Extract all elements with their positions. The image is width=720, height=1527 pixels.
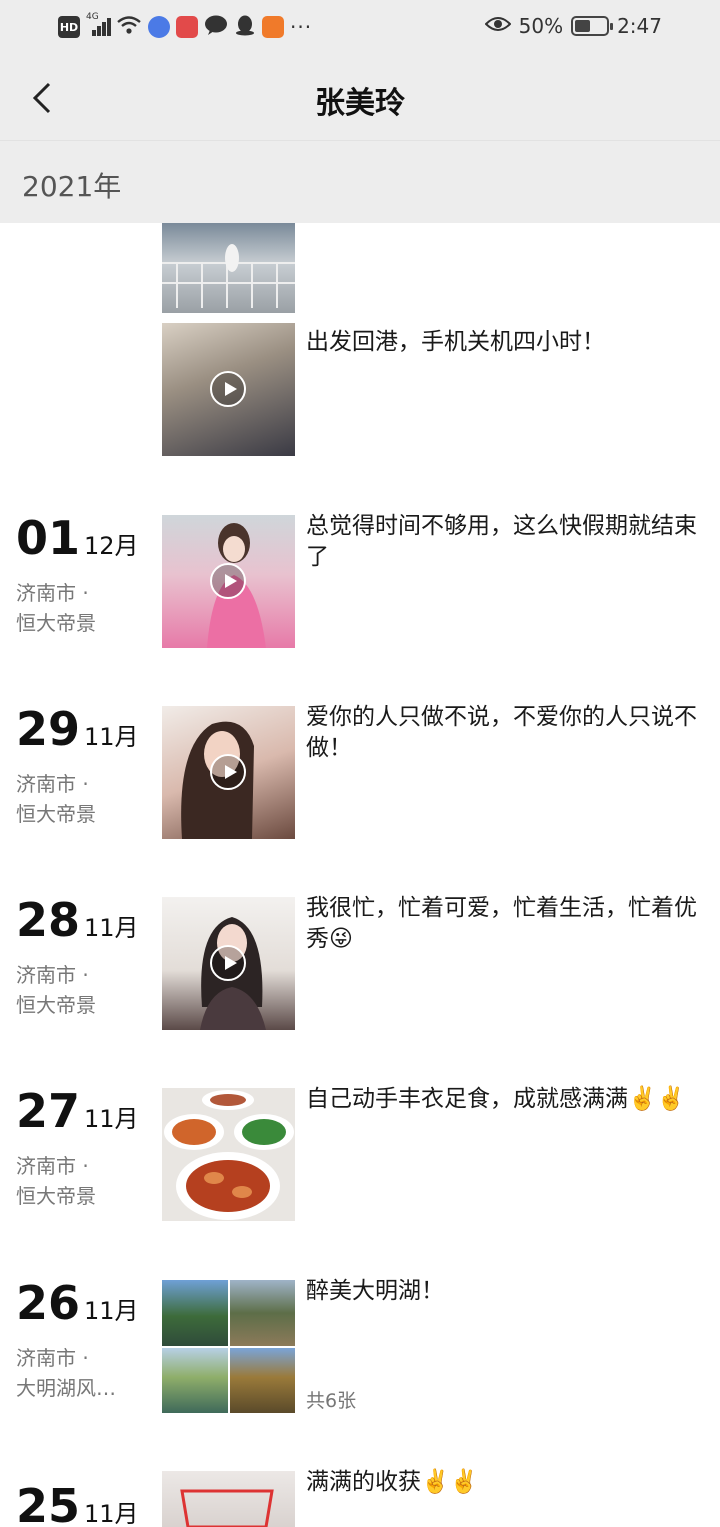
post-place: 恒大帝景 <box>16 802 96 826</box>
year-label: 2021年 <box>22 170 122 203</box>
post-image[interactable] <box>162 223 295 313</box>
post-image[interactable] <box>162 1471 295 1527</box>
post-text: 醉美大明湖！ <box>306 1278 444 1304</box>
post-video-thumbnail[interactable] <box>162 706 295 839</box>
status-bar: HD 4G ··· 50% 2:47 <box>0 0 720 56</box>
post-place: 恒大帝景 <box>16 993 96 1017</box>
post-city: 济南市 · <box>16 1346 89 1370</box>
nav-bar: 张美玲 <box>0 56 720 140</box>
post-text: 我很忙，忙着可爱，忙着生活，忙着优秀😜 <box>306 895 697 952</box>
list-item[interactable]: 29 11月 济南市 · 恒大帝景 爱你的人只做不说，不爱你的人只说不做！ <box>0 704 720 886</box>
post-text: 满满的收获✌️✌️ <box>306 1469 479 1495</box>
post-day: 01 <box>16 511 81 565</box>
post-city: 济南市 · <box>16 772 89 796</box>
play-icon <box>210 563 246 599</box>
play-icon <box>210 945 246 981</box>
gallery-image[interactable] <box>162 1347 228 1413</box>
list-item[interactable]: 28 11月 济南市 · 恒大帝景 我很忙，忙着可爱，忙着生活，忙着优秀😜 <box>0 895 720 1077</box>
status-left: HD 4G ··· <box>58 12 313 40</box>
post-city: 济南市 · <box>16 581 89 605</box>
post-day: 28 <box>16 893 81 947</box>
apps-icon <box>262 16 284 38</box>
post-text: 总觉得时间不够用，这么快假期就结束了 <box>306 513 697 570</box>
post-text: 出发回港，手机关机四小时！ <box>306 329 605 355</box>
year-header: 2021年 <box>0 140 720 223</box>
moments-feed[interactable]: 出发回港，手机关机四小时！ 01 12月 济南市 · 恒大帝景 总觉得时间不够用… <box>0 223 720 1527</box>
post-video-thumbnail[interactable] <box>162 897 295 1030</box>
photo-count: 共6张 <box>306 1390 357 1412</box>
post-city: 济南市 · <box>16 963 89 987</box>
wifi-icon <box>116 14 142 40</box>
list-item[interactable]: 出发回港，手机关机四小时！ <box>0 223 720 463</box>
battery-percent: 50% <box>518 14 564 38</box>
eye-icon <box>484 14 512 38</box>
network-type: 4G <box>86 12 99 22</box>
post-month: 11月 <box>84 723 139 751</box>
gallery-image[interactable] <box>229 1347 295 1413</box>
post-gallery[interactable] <box>162 1280 295 1413</box>
list-item[interactable]: 26 11月 济南市 · 大明湖风… 醉美大明湖！ 共6张 <box>0 1278 720 1460</box>
post-day: 26 <box>16 1276 81 1330</box>
clock: 2:47 <box>617 14 662 38</box>
gallery-image[interactable] <box>162 1280 228 1346</box>
post-place: 大明湖风… <box>16 1376 116 1400</box>
play-icon <box>210 371 246 407</box>
post-date: 27 11月 <box>16 1088 139 1134</box>
book-icon <box>176 16 198 38</box>
post-video-thumbnail[interactable] <box>162 515 295 648</box>
list-item[interactable]: 27 11月 济南市 · 恒大帝景 自己动手丰衣足食，成就感满满✌️✌️ <box>0 1086 720 1268</box>
chat-icon <box>204 14 228 40</box>
post-image[interactable] <box>162 1088 295 1221</box>
post-text: 自己动手丰衣足食，成就感满满✌️✌️ <box>306 1086 686 1112</box>
qq-icon <box>234 14 256 40</box>
post-day: 29 <box>16 702 81 756</box>
post-date: 25 11月 <box>16 1483 139 1527</box>
post-date: 29 11月 <box>16 706 139 752</box>
post-place: 恒大帝景 <box>16 1184 96 1208</box>
post-month: 11月 <box>84 1105 139 1133</box>
hd-icon: HD <box>58 16 80 38</box>
page-title: 张美玲 <box>315 86 405 121</box>
more-notifications-icon: ··· <box>290 15 313 39</box>
post-date: 28 11月 <box>16 897 139 943</box>
post-video-thumbnail[interactable] <box>162 323 295 456</box>
post-date: 26 11月 <box>16 1280 139 1326</box>
post-day: 25 <box>16 1479 81 1527</box>
music-icon <box>148 16 170 38</box>
post-date: 01 12月 <box>16 515 139 561</box>
post-city: 济南市 · <box>16 1154 89 1178</box>
post-month: 12月 <box>84 532 139 560</box>
battery-icon <box>571 16 614 36</box>
post-day: 27 <box>16 1084 81 1138</box>
post-month: 11月 <box>84 1297 139 1325</box>
gallery-image[interactable] <box>229 1280 295 1346</box>
list-item[interactable]: 01 12月 济南市 · 恒大帝景 总觉得时间不够用，这么快假期就结束了 <box>0 513 720 695</box>
list-item[interactable]: 25 11月 满满的收获✌️✌️ <box>0 1469 720 1527</box>
status-right: 50% 2:47 <box>484 14 662 38</box>
play-icon <box>210 754 246 790</box>
post-text: 爱你的人只做不说，不爱你的人只说不做！ <box>306 704 697 761</box>
post-place: 恒大帝景 <box>16 611 96 635</box>
post-month: 11月 <box>84 1500 139 1527</box>
post-month: 11月 <box>84 914 139 942</box>
signal-icon: 4G <box>86 12 111 38</box>
